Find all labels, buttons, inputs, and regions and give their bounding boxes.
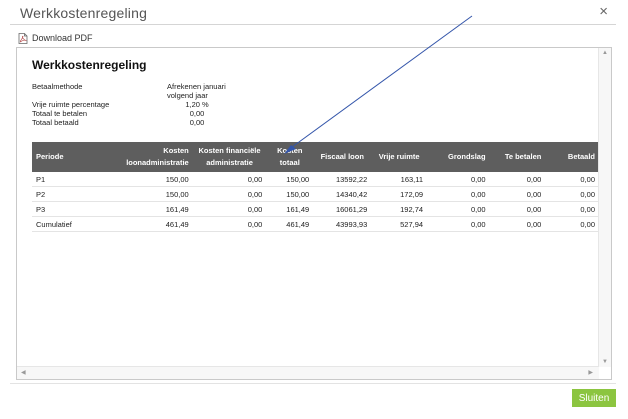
meta-value: 0,00 [189,109,205,118]
table-cell: 13592,22 [313,172,372,187]
table-cell: 0,00 [192,172,267,187]
vertical-scrollbar[interactable]: ▲ ▼ [598,48,611,367]
dialog-header: Werkkostenregeling × [10,0,616,25]
column-header-kosten-totaal: Kosten totaal [266,142,314,172]
table-cell: 0,00 [489,201,546,217]
meta-label: Totaal te betalen [32,109,88,118]
dialog-title: Werkkostenregeling [20,5,148,21]
table-cell: 527,94 [371,216,428,232]
table-cell: 172,09 [371,186,428,202]
scroll-up-icon[interactable]: ▲ [602,50,608,56]
scroll-right-icon[interactable]: ▶ [588,369,593,376]
table-row: P1 150,00 0,00 150,00 13592,22 163,11 0,… [32,172,599,187]
column-header-kosten-loonadministratie: Kosten loonadministratie [107,142,193,172]
table-row: P2 150,00 0,00 150,00 14340,42 172,09 0,… [32,186,599,202]
table-cell: Cumulatief [32,216,108,232]
table-cell: P2 [32,186,108,202]
scroll-left-icon[interactable]: ◀ [21,369,26,376]
table-cell: 461,49 [266,216,314,232]
table-cell: 0,00 [489,216,546,232]
column-header-betaald: Betaald [545,142,599,172]
table-cell: 192,74 [371,201,428,217]
report-page: Werkkostenregeling Betaalmethode Afreken… [17,48,599,367]
table-cell: 0,00 [427,172,490,187]
meta-value: Afrekenen januari volgend jaar [167,82,226,100]
table-row: P3 161,49 0,00 161,49 16061,29 192,74 0,… [32,201,599,217]
table-cell: 0,00 [192,216,267,232]
table-cell: 0,00 [545,201,599,217]
meta-row: Vrije ruimte percentage 1,20 % [32,100,227,109]
column-header-periode: Periode [32,142,108,172]
table-row-total: Cumulatief 461,49 0,00 461,49 43993,93 5… [32,216,599,232]
horizontal-scrollbar[interactable]: ◀ ▶ [17,366,599,379]
report-title: Werkkostenregeling [32,58,147,72]
footer-divider [10,383,616,384]
download-pdf-link[interactable]: Download PDF [18,31,93,45]
column-header-fiscaal-loon: Fiscaal loon [313,142,372,172]
meta-value: 0,00 [189,118,205,127]
table-cell: P3 [32,201,108,217]
table-cell: 0,00 [427,216,490,232]
meta-row: Totaal te betalen 0,00 [32,109,227,118]
table-cell: 0,00 [545,216,599,232]
report-meta: Betaalmethode Afrekenen januari volgend … [32,82,227,127]
table-cell: 0,00 [192,186,267,202]
pdf-icon [18,32,28,44]
table-cell: 0,00 [545,172,599,187]
table-cell: 150,00 [266,172,314,187]
table-cell: 0,00 [427,186,490,202]
meta-label: Vrije ruimte percentage [32,100,110,109]
report-viewer[interactable]: Werkkostenregeling Betaalmethode Afreken… [16,47,612,380]
report-table: Periode Kosten loonadministratie Kosten … [32,142,599,232]
column-header-te-betalen: Te betalen [489,142,546,172]
table-cell: 163,11 [371,172,428,187]
table-cell: 150,00 [107,172,193,187]
meta-row: Totaal betaald 0,00 [32,118,227,127]
column-header-grondslag: Grondslag [427,142,490,172]
meta-row: Betaalmethode Afrekenen januari volgend … [32,82,227,100]
column-header-kosten-financiele-administratie: Kosten financiële administratie [192,142,267,172]
dialog: Werkkostenregeling × Download PDF Werkko… [0,0,628,419]
table-cell: 0,00 [489,186,546,202]
table-cell: 14340,42 [313,186,372,202]
close-icon[interactable]: × [599,3,608,20]
download-pdf-label: Download PDF [32,33,93,43]
table-cell: 150,00 [266,186,314,202]
table-cell: 0,00 [427,201,490,217]
table-cell: 0,00 [489,172,546,187]
table-cell: 161,49 [107,201,193,217]
table-cell: 16061,29 [313,201,372,217]
table-cell: 150,00 [107,186,193,202]
table-header-row: Periode Kosten loonadministratie Kosten … [32,142,599,172]
table-cell: 461,49 [107,216,193,232]
meta-label: Betaalmethode [32,82,83,91]
close-button[interactable]: Sluiten [572,389,616,407]
table-cell: 161,49 [266,201,314,217]
column-header-vrije-ruimte: Vrije ruimte [371,142,428,172]
table-cell: 0,00 [545,186,599,202]
table-cell: P1 [32,172,108,187]
table-cell: 43993,93 [313,216,372,232]
meta-label: Totaal betaald [32,118,79,127]
scroll-down-icon[interactable]: ▼ [602,359,608,365]
meta-value: 1,20 % [185,100,209,109]
table-cell: 0,00 [192,201,267,217]
